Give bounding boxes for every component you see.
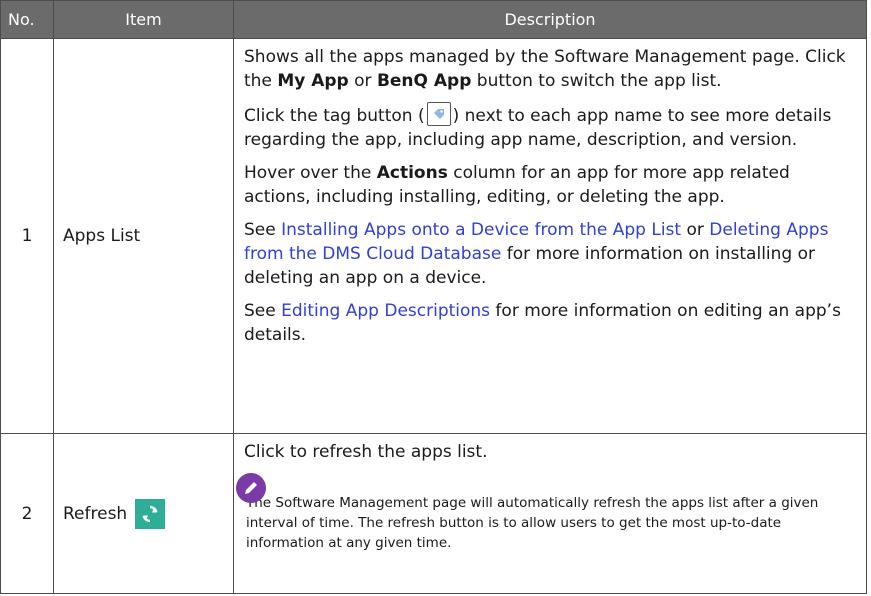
header-item: Item	[53, 0, 234, 39]
note-text: The Software Management page will automa…	[246, 495, 819, 551]
note: The Software Management page will automa…	[236, 473, 856, 553]
refresh-icon	[135, 498, 166, 529]
row-item-label: Refresh	[63, 503, 128, 524]
pencil-note-icon	[236, 473, 266, 503]
desc-paragraph: Hover over the Actions column for an app…	[244, 163, 790, 207]
link-installing-apps[interactable]: Installing Apps onto a Device from the A…	[281, 220, 681, 240]
desc-paragraph: See Installing Apps onto a Device from t…	[244, 220, 829, 288]
desc-paragraph: See Editing App Descriptions for more in…	[244, 301, 841, 345]
row-description: Shows all the apps managed by the Softwa…	[233, 38, 867, 434]
row-item: Apps List	[53, 38, 234, 434]
header-row: No. Item Description	[0, 0, 867, 39]
feature-table: No. Item Description 1 Apps List Shows a…	[0, 0, 867, 594]
header-no: No.	[0, 0, 54, 39]
row-number: 2	[0, 433, 54, 594]
desc-paragraph: Click the tag button () next to each app…	[244, 102, 856, 152]
link-editing-descriptions[interactable]: Editing App Descriptions	[281, 301, 490, 321]
desc-paragraph: Click to refresh the apps list.	[244, 442, 488, 462]
table-row: 2 Refresh Click to refresh the apps list…	[0, 433, 867, 594]
desc-paragraph: Shows all the apps managed by the Softwa…	[244, 47, 846, 91]
tag-icon	[426, 102, 451, 126]
header-description: Description	[233, 0, 867, 39]
row-description: Click to refresh the apps list. The Soft…	[233, 433, 867, 594]
row-item: Refresh	[53, 433, 234, 594]
row-number: 1	[0, 38, 54, 434]
table-row: 1 Apps List Shows all the apps managed b…	[0, 38, 867, 434]
